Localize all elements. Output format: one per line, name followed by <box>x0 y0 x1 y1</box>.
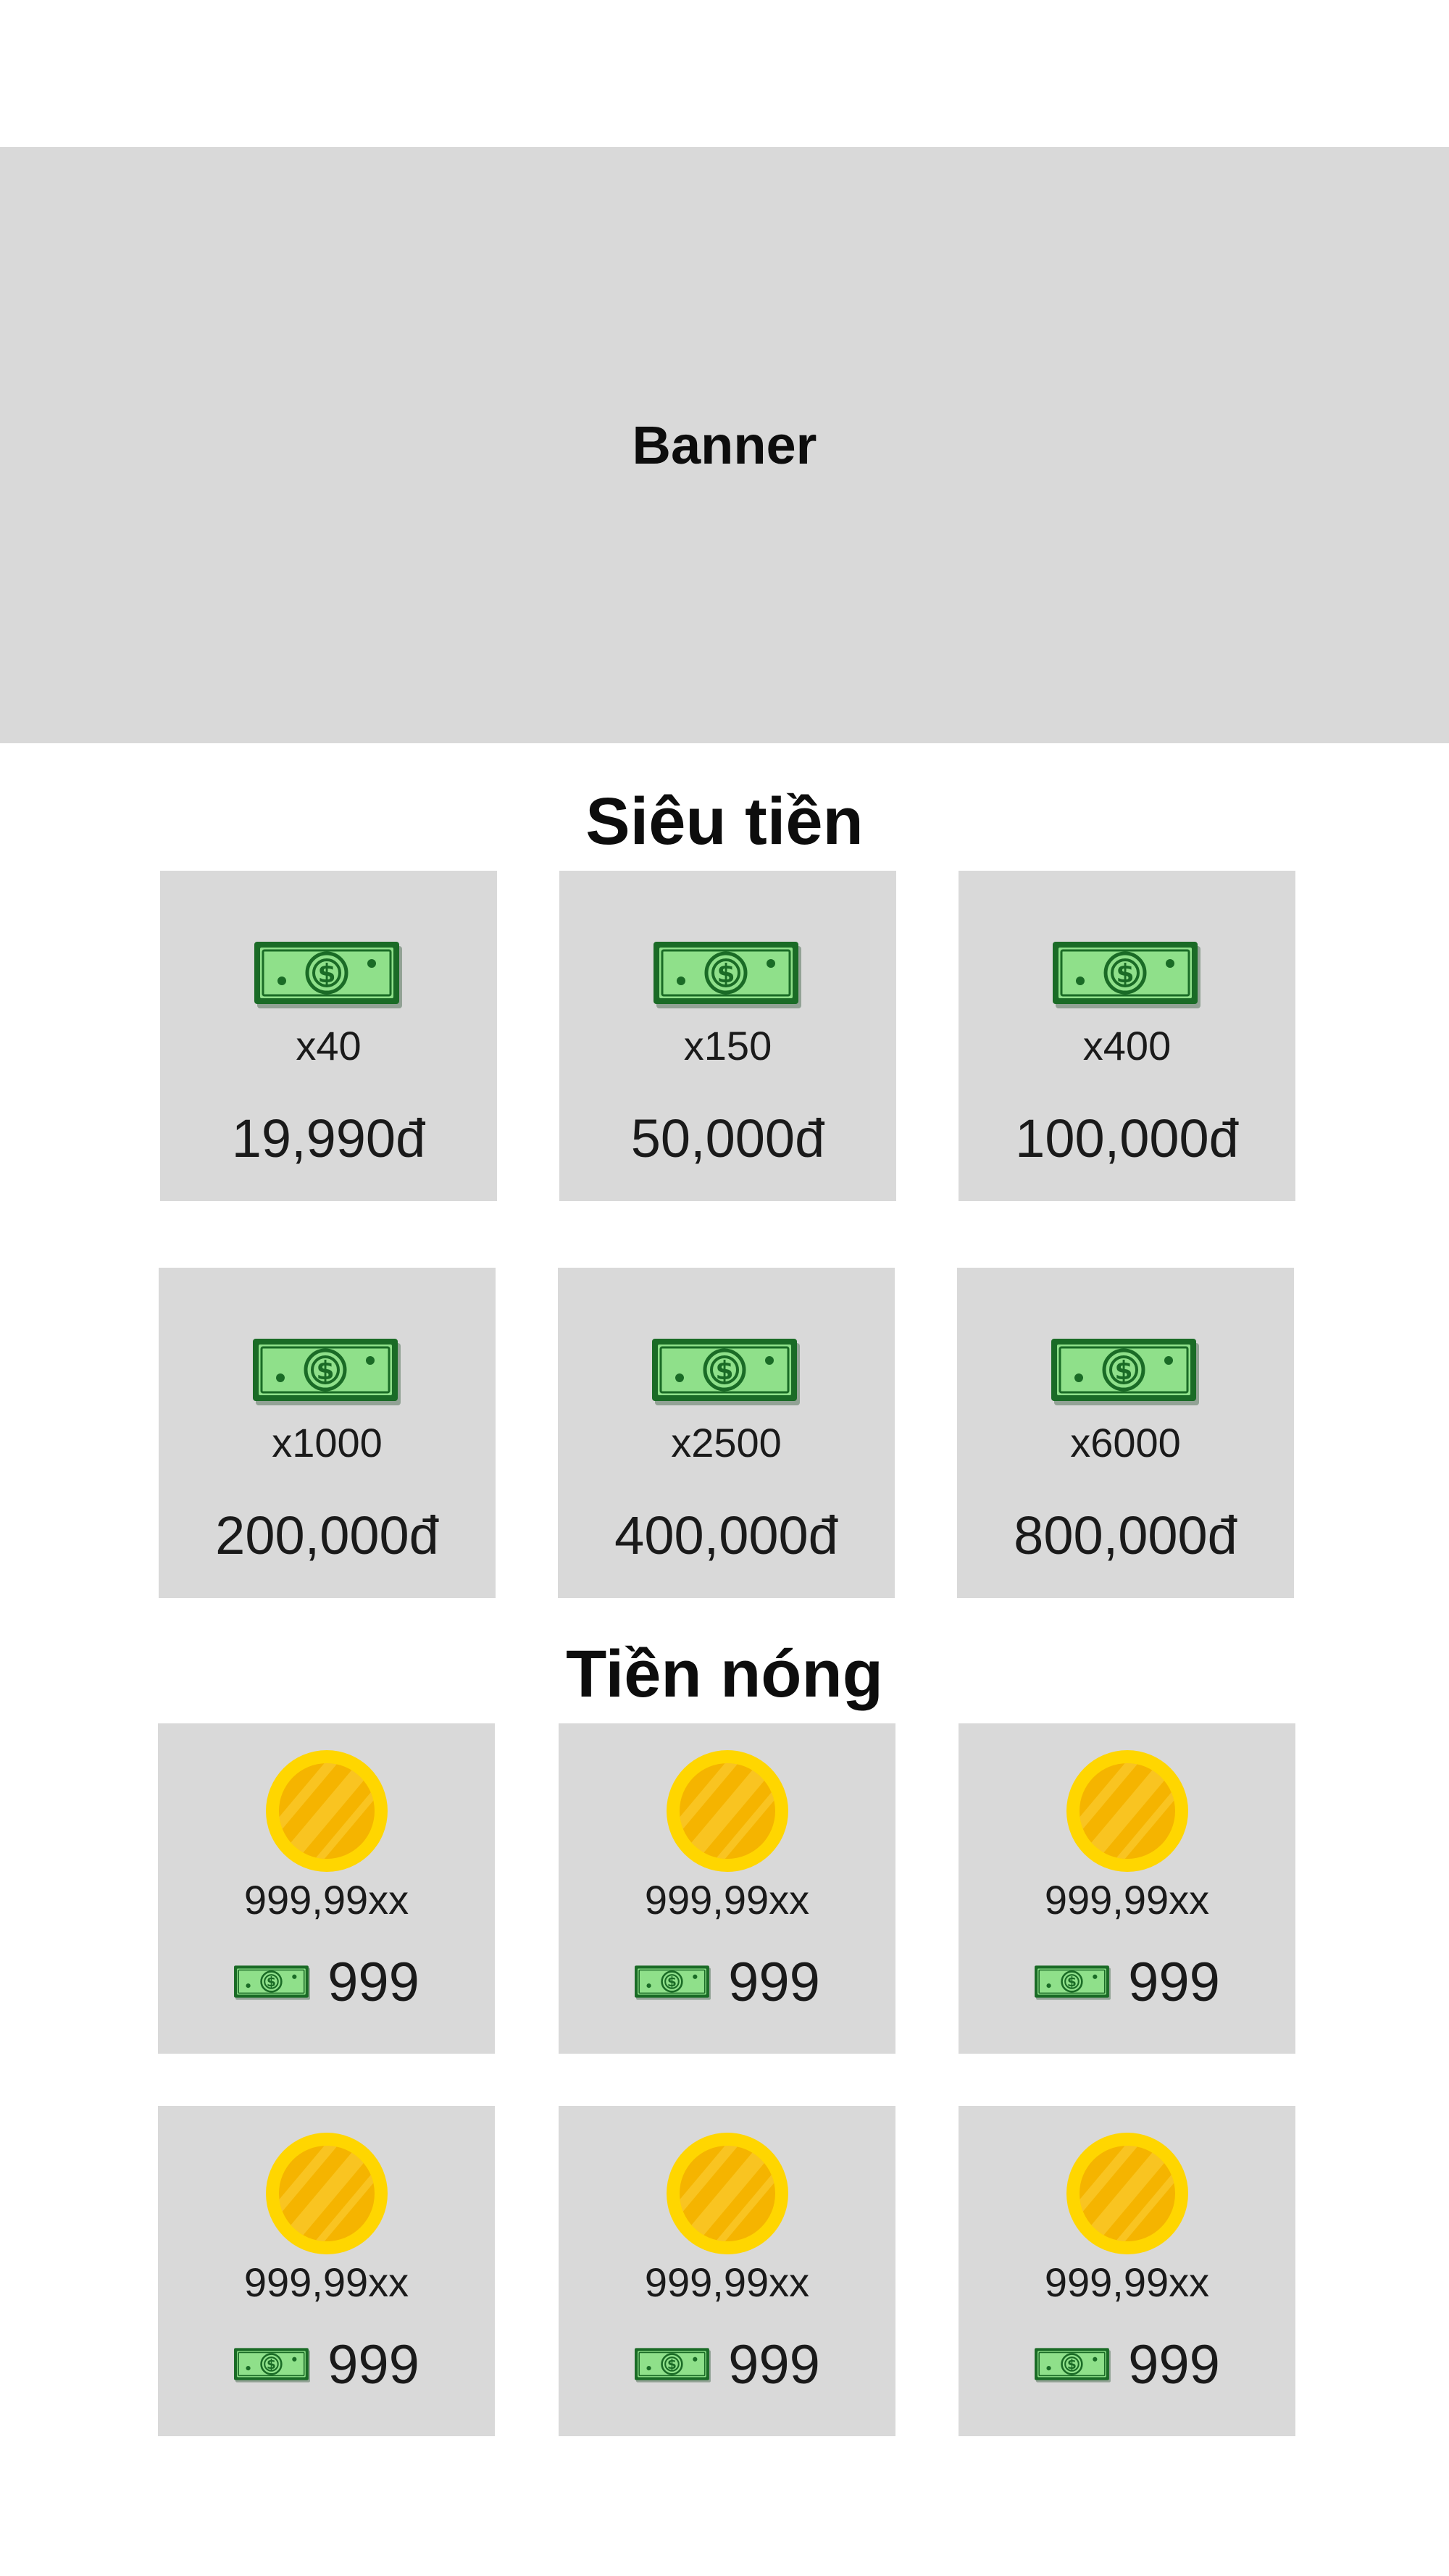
cash-bill-icon <box>1050 1337 1202 1407</box>
coin-cost: 999 <box>327 2334 419 2396</box>
coin-card[interactable]: 999,99xx 999 <box>158 2106 495 2436</box>
gold-coin-icon <box>1066 1749 1189 1873</box>
coin-amount: 999,99xx <box>1044 1877 1210 1923</box>
coin-cost-row: 999 <box>959 2338 1295 2393</box>
cash-bill-icon <box>1051 940 1203 1010</box>
gold-coin-icon <box>265 2132 388 2255</box>
cash-bill-icon <box>1034 2347 1112 2383</box>
coin-cost: 999 <box>1128 1952 1220 2013</box>
gold-coin-icon <box>666 1749 789 1873</box>
coin-card[interactable]: 999,99xx 999 <box>959 1723 1295 2054</box>
coin-cost: 999 <box>728 2334 820 2396</box>
package-price: 50,000đ <box>630 1108 825 1168</box>
package-price: 19,990đ <box>231 1108 426 1168</box>
coin-cost-row: 999 <box>559 1955 895 2010</box>
coin-card[interactable]: 999,99xx 999 <box>158 1723 495 2054</box>
coin-amount: 999,99xx <box>644 2259 810 2305</box>
gold-coin-icon <box>1066 2132 1189 2255</box>
cash-bill-icon <box>634 2347 712 2383</box>
coin-amount: 999,99xx <box>1044 2259 1210 2305</box>
cash-bill-icon <box>1034 1965 1112 2001</box>
package-card[interactable]: x6000 800,000đ <box>957 1268 1294 1598</box>
package-card[interactable]: x1000 200,000đ <box>159 1268 496 1598</box>
package-card[interactable]: x400 100,000đ <box>959 871 1295 1201</box>
package-card[interactable]: x150 50,000đ <box>559 871 896 1201</box>
coin-amount: 999,99xx <box>644 1877 810 1923</box>
package-card[interactable]: x2500 400,000đ <box>558 1268 895 1598</box>
coin-cost-row: 999 <box>158 2338 495 2393</box>
cash-bill-icon <box>652 940 804 1010</box>
cash-bill-icon <box>634 1965 712 2001</box>
banner[interactable]: Banner <box>0 147 1449 743</box>
package-quantity: x400 <box>1082 1023 1172 1069</box>
package-price: 200,000đ <box>215 1505 439 1565</box>
package-price: 800,000đ <box>1014 1505 1237 1565</box>
coin-cost-row: 999 <box>559 2338 895 2393</box>
coin-cost: 999 <box>1128 2334 1220 2396</box>
gold-coin-icon <box>265 1749 388 1873</box>
package-card[interactable]: x40 19,990đ <box>160 871 497 1201</box>
coin-cost-row: 999 <box>959 1955 1295 2010</box>
cash-bill-icon <box>251 1337 404 1407</box>
cash-bill-icon <box>253 940 405 1010</box>
banner-label: Banner <box>632 415 817 475</box>
package-quantity: x6000 <box>1070 1420 1181 1465</box>
package-quantity: x2500 <box>671 1420 782 1465</box>
section-title-sieu-tien: Siêu tiền <box>585 785 864 858</box>
cash-bill-icon <box>233 2347 312 2383</box>
package-quantity: x1000 <box>272 1420 383 1465</box>
coin-amount: 999,99xx <box>243 1877 409 1923</box>
package-quantity: x40 <box>296 1023 362 1069</box>
package-price: 400,000đ <box>614 1505 838 1565</box>
package-quantity: x150 <box>683 1023 772 1069</box>
cash-bill-icon <box>233 1965 312 2001</box>
coin-cost: 999 <box>327 1952 419 2013</box>
coin-card[interactable]: 999,99xx 999 <box>959 2106 1295 2436</box>
coin-card[interactable]: 999,99xx 999 <box>559 1723 895 2054</box>
section-title-tien-nong: Tiền nóng <box>566 1637 883 1711</box>
coin-cost-row: 999 <box>158 1955 495 2010</box>
gold-coin-icon <box>666 2132 789 2255</box>
coin-card[interactable]: 999,99xx 999 <box>559 2106 895 2436</box>
coin-amount: 999,99xx <box>243 2259 409 2305</box>
package-price: 100,000đ <box>1015 1108 1239 1168</box>
coin-cost: 999 <box>728 1952 820 2013</box>
cash-bill-icon <box>651 1337 803 1407</box>
